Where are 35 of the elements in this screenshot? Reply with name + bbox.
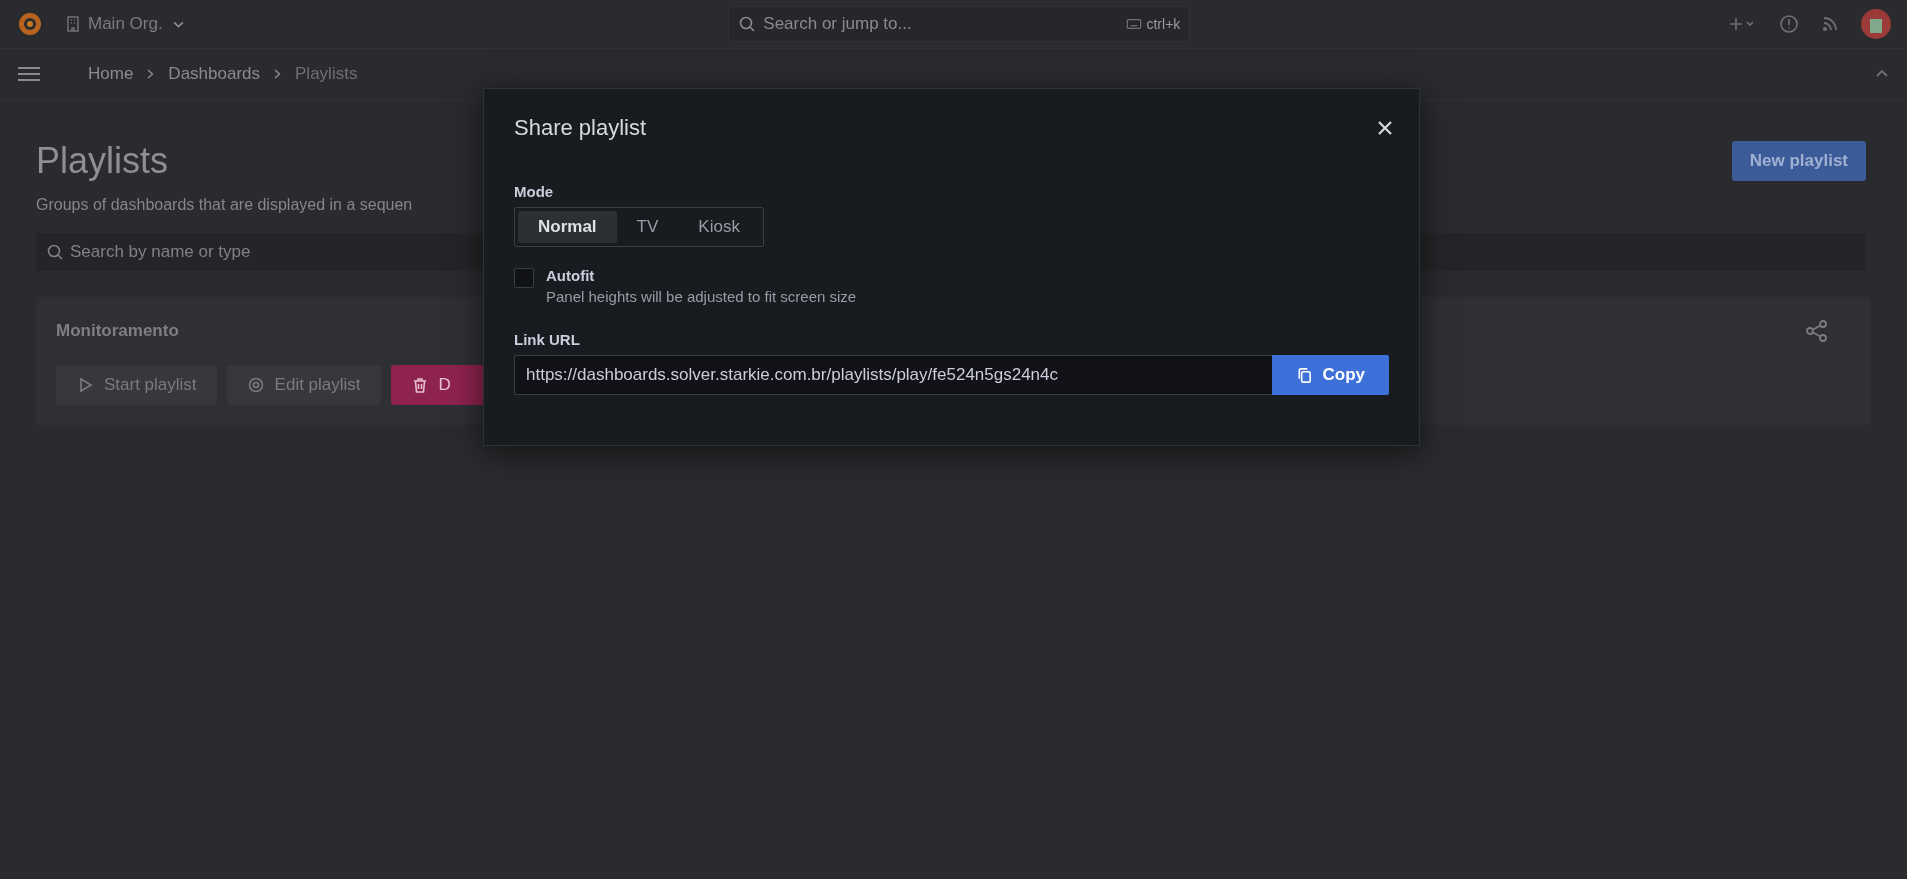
org-switcher[interactable]: Main Org. xyxy=(56,10,192,38)
autofit-checkbox[interactable] xyxy=(514,268,534,288)
breadcrumb[interactable]: Dashboards xyxy=(168,64,261,84)
new-playlist-button[interactable]: New playlist xyxy=(1731,141,1866,181)
breadcrumb[interactable]: Playlists xyxy=(295,64,358,84)
page-title: Playlists xyxy=(36,140,170,182)
search-icon xyxy=(46,243,64,261)
avatar[interactable] xyxy=(1861,9,1891,39)
chevron-right-icon xyxy=(274,69,282,79)
gear-icon xyxy=(246,376,265,394)
checkbox-description: Panel heights will be adjusted to fit screen size xyxy=(546,288,857,305)
search-icon xyxy=(738,15,757,33)
dialog-title: Share playlist xyxy=(514,115,647,141)
add-icon[interactable] xyxy=(1727,15,1757,33)
field-label: Link URL xyxy=(514,331,581,348)
edit-playlist-button[interactable]: Edit playlist xyxy=(226,365,381,405)
field-label: Mode xyxy=(514,183,555,200)
share-icon[interactable] xyxy=(1805,319,1829,343)
page-subtitle: Groups of dashboards that are displayed in a sequen xyxy=(36,196,413,214)
copy-button[interactable]: Copy xyxy=(1271,355,1389,395)
shortcut-hint: ctrl+k xyxy=(1146,16,1181,32)
menu-icon[interactable] xyxy=(16,65,42,83)
mode-option[interactable]: Normal xyxy=(518,211,617,243)
start-playlist-button[interactable]: Start playlist xyxy=(56,365,217,405)
mode-option[interactable]: TV xyxy=(616,211,679,243)
rss-icon[interactable] xyxy=(1821,15,1839,33)
logo-icon[interactable] xyxy=(16,10,44,38)
checkbox-label: Autofit xyxy=(546,267,596,284)
chevron-down-icon xyxy=(172,20,184,28)
breadcrumb[interactable]: Home xyxy=(88,64,134,84)
chevron-right-icon xyxy=(147,69,155,79)
link-url-field[interactable]: https://dashboards.solver.starkie.com.br/playlists/play/fe524n5gs24n4c xyxy=(514,355,1272,395)
mode-option[interactable]: Kiosk xyxy=(678,211,760,243)
playlist-name: Monitoramento xyxy=(56,321,179,341)
building-icon xyxy=(64,15,82,33)
